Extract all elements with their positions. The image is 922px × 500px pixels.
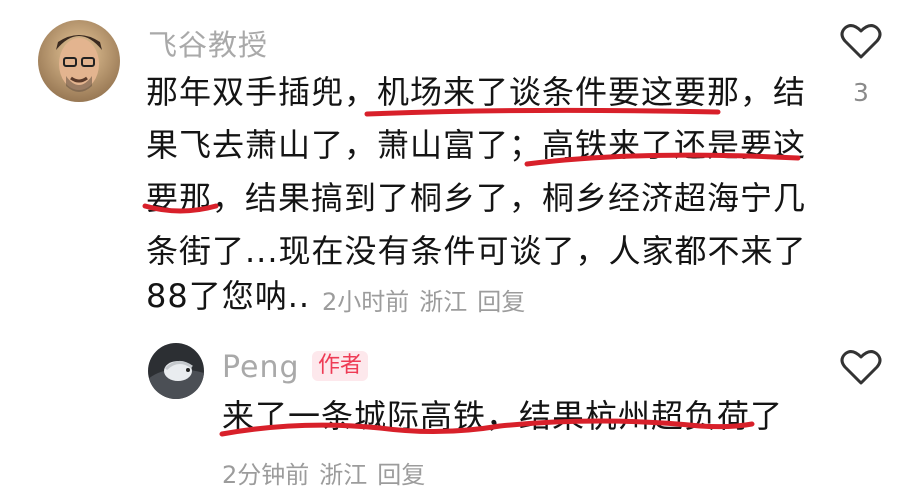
comment-text-line-5: 88了您呐... [146, 280, 311, 312]
comment-text-line-2: 果飞去萧山了，萧山富了；高铁来了还是要这 [146, 126, 807, 164]
replier-avatar[interactable] [148, 343, 204, 399]
author-badge: 作者 [312, 351, 369, 382]
comment-text-line-3: 要那，结果搞到了桐乡了，桐乡经济超海宁几 [146, 179, 807, 217]
reply-text: 来了一条城际高铁，结果杭州超负荷了 [222, 397, 784, 435]
comment-reply-button[interactable]: 回复 [477, 288, 525, 316]
reply-time: 2分钟前 [222, 461, 310, 489]
reply-reply-button[interactable]: 回复 [377, 461, 425, 489]
replier-username[interactable]: Peng [222, 350, 300, 385]
comment-like-count: 3 [853, 78, 869, 107]
heart-outline-icon[interactable] [840, 22, 882, 60]
heart-outline-icon[interactable] [840, 348, 882, 386]
comment-text-line-4: 条街了...现在没有条件可谈了，人家都不来了 [146, 232, 807, 270]
commenter-username[interactable]: 飞谷教授 [148, 22, 268, 64]
comment-time: 2小时前 [322, 288, 410, 316]
comment-meta: 2小时前 浙江 回复 [322, 282, 535, 317]
reply-meta: 2分钟前 浙江 回复 [222, 455, 435, 490]
commenter-avatar[interactable] [38, 20, 120, 102]
reply-location: 浙江 [319, 461, 368, 489]
comment-location: 浙江 [419, 288, 468, 316]
comment-text-line-1: 那年双手插兜，机场来了谈条件要这要那，结 [146, 73, 807, 111]
